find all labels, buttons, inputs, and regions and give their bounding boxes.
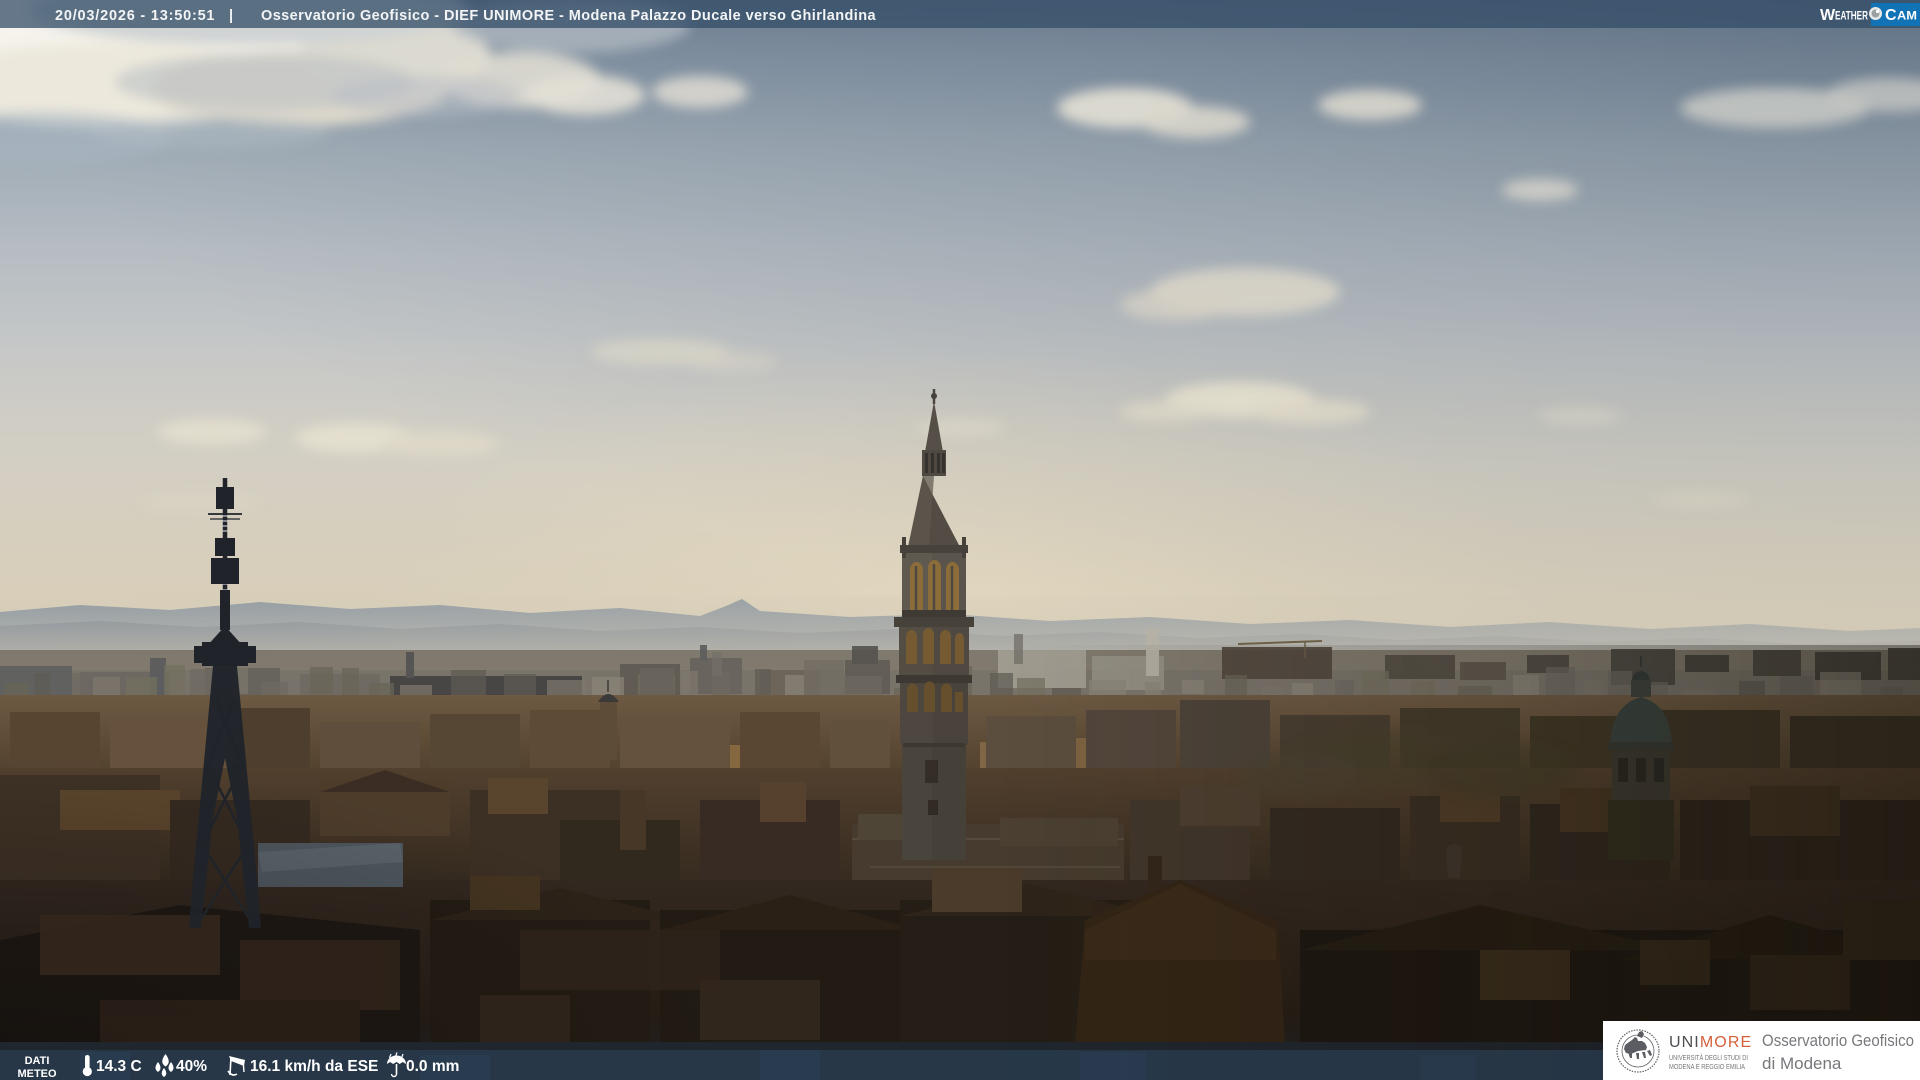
svg-text:14.3 C: 14.3 C: [96, 1058, 142, 1075]
svg-text:di Modena: di Modena: [1762, 1054, 1842, 1073]
svg-text:|: |: [229, 8, 233, 24]
svg-text:16.1 km/h da ESE: 16.1 km/h da ESE: [250, 1058, 378, 1075]
svg-text:W: W: [1820, 7, 1836, 24]
svg-text:MODENA E REGGIO EMILIA: MODENA E REGGIO EMILIA: [1669, 1064, 1745, 1071]
svg-text:20/03/2026 - 13:50:51: 20/03/2026 - 13:50:51: [55, 8, 215, 24]
svg-text:Osservatorio Geofisico: Osservatorio Geofisico: [1762, 1031, 1914, 1050]
svg-text:C: C: [1885, 7, 1897, 24]
svg-text:40%: 40%: [176, 1058, 207, 1075]
svg-text:UNIMORE: UNIMORE: [1669, 1034, 1752, 1051]
svg-text:METEO: METEO: [17, 1068, 57, 1080]
svg-text:AM: AM: [1897, 11, 1917, 23]
svg-text:DATI: DATI: [25, 1055, 50, 1067]
svg-text:0.0 mm: 0.0 mm: [406, 1058, 459, 1075]
svg-text:UNIVERSITÀ DEGLI STUDI DI: UNIVERSITÀ DEGLI STUDI DI: [1669, 1053, 1748, 1062]
svg-text:Osservatorio Geofisico - DIEF: Osservatorio Geofisico - DIEF UNIMORE - …: [261, 8, 877, 24]
svg-text:EATHER: EATHER: [1835, 11, 1868, 23]
